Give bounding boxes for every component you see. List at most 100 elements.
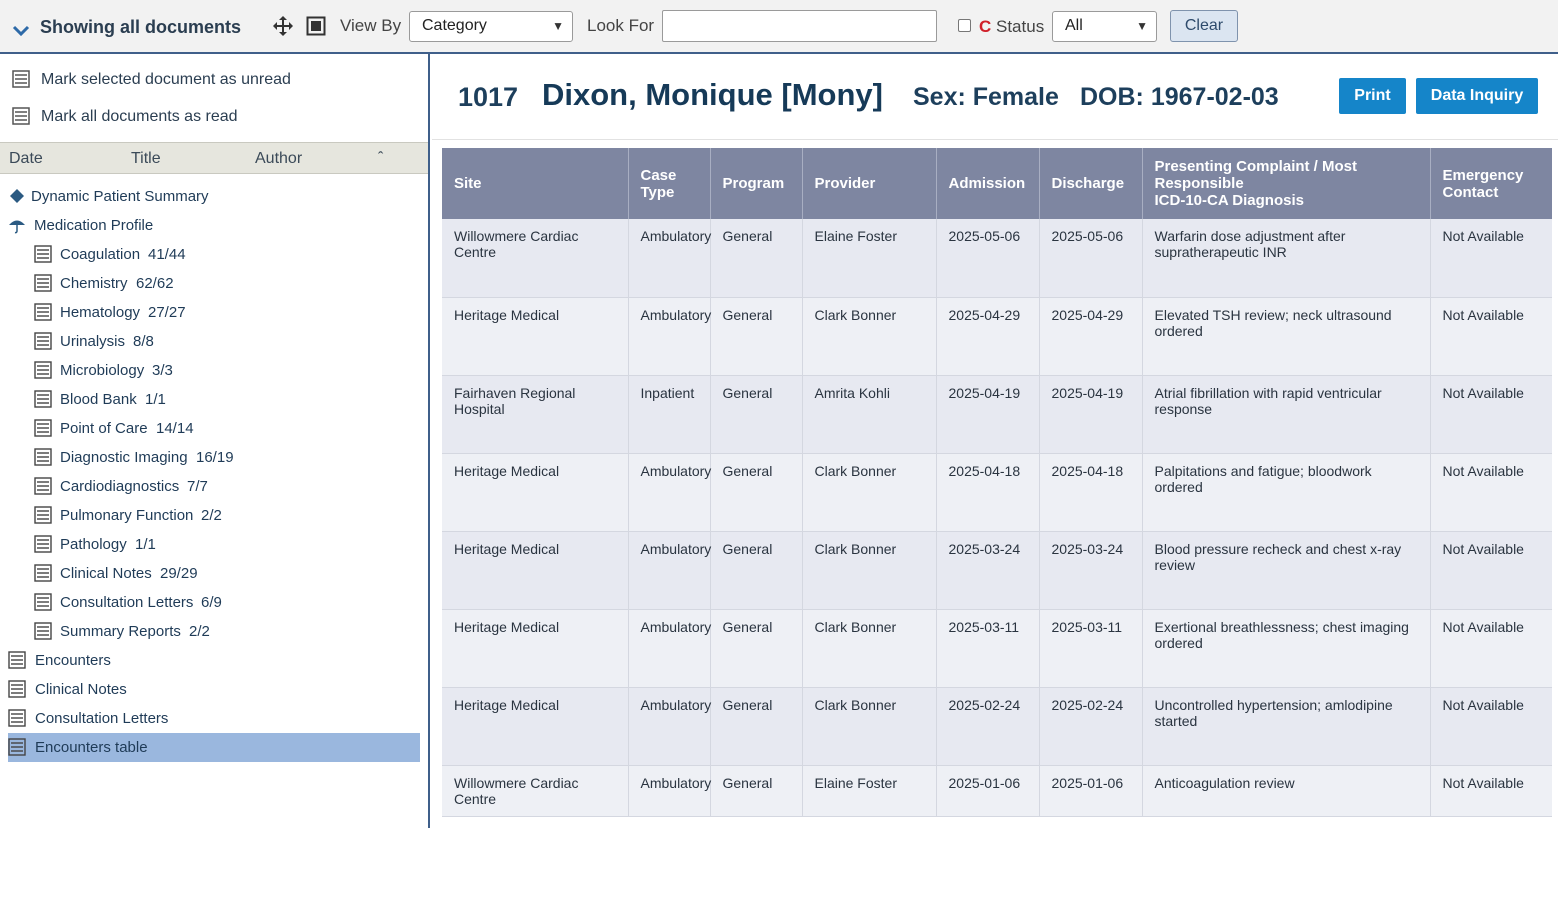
dropdown-caret-icon: ▼: [552, 19, 564, 33]
tree-item-count: 29/29: [160, 565, 198, 582]
table-row[interactable]: Heritage Medical Ambulatory General Clark B…: [442, 609, 1552, 688]
column-header[interactable]: Program: [710, 148, 803, 219]
document-icon: [34, 506, 52, 524]
column-header[interactable]: Presenting Complaint / Most Responsible …: [1142, 148, 1431, 219]
tree-item-count: 1/1: [145, 391, 166, 408]
clear-button[interactable]: Clear: [1170, 10, 1238, 42]
table-row[interactable]: Willowmere Cardiac Centre Ambulatory Gener…: [442, 219, 1552, 298]
tree-item[interactable]: Diagnostic Imaging 16/19: [34, 443, 420, 472]
status-select[interactable]: All ▼: [1052, 11, 1157, 42]
table-cell: General: [710, 297, 803, 376]
tree-item-label: Microbiology: [60, 362, 145, 379]
tree-item[interactable]: Summary Reports 2/2: [34, 617, 420, 646]
document-icon: [34, 564, 52, 582]
umbrella-icon: [8, 216, 26, 234]
column-header[interactable]: Discharge: [1039, 148, 1143, 219]
tree-item[interactable]: Cardiodiagnostics 7/7: [34, 472, 420, 501]
table-cell: 2025-01-06: [936, 765, 1040, 817]
tree-item-label: Pulmonary Function: [60, 507, 194, 524]
column-header[interactable]: Emergency Contact: [1430, 148, 1552, 219]
document-icon: [34, 448, 52, 466]
tree-item[interactable]: Coagulation 41/44: [34, 240, 420, 269]
tree-item-count: 16/19: [196, 449, 234, 466]
table-row[interactable]: Fairhaven Regional Hospital Inpatient Gene…: [442, 375, 1552, 454]
table-cell: Not Available: [1430, 297, 1552, 376]
status-label: Status: [996, 17, 1045, 36]
dropdown-caret-icon: ▼: [1136, 19, 1148, 33]
sort-by-title[interactable]: Title: [131, 150, 161, 168]
panel-layout-icon[interactable]: [306, 16, 326, 36]
table-cell: Warfarin dose adjustment after suprather…: [1142, 219, 1431, 298]
table-cell: Heritage Medical: [442, 609, 629, 688]
column-header[interactable]: Site: [442, 148, 629, 219]
table-row[interactable]: Heritage Medical Ambulatory General Clark B…: [442, 453, 1552, 532]
encounters-table: Site Case Type Program Provider Admission Dis…: [442, 148, 1552, 817]
document-icon: [34, 419, 52, 437]
table-cell: Clark Bonner: [802, 687, 937, 766]
tree-item[interactable]: Encounters: [8, 646, 420, 675]
sort-by-date[interactable]: Date: [9, 150, 43, 168]
document-icon: [34, 332, 52, 350]
document-icon: [34, 535, 52, 553]
tree-item[interactable]: Point of Care 14/14: [34, 414, 420, 443]
sort-by-author[interactable]: Author: [255, 150, 302, 168]
view-by-label: View By: [340, 16, 402, 35]
tree-item[interactable]: Hematology 27/27: [34, 298, 420, 327]
tree-item[interactable]: Microbiology 3/3: [34, 356, 420, 385]
tree-item-label: Medication Profile: [34, 217, 154, 234]
table-cell: Clark Bonner: [802, 609, 937, 688]
tree-item[interactable]: Encounters table: [8, 733, 420, 762]
document-icon: [12, 107, 30, 125]
table-cell: Heritage Medical: [442, 531, 629, 610]
table-row[interactable]: Heritage Medical Ambulatory General Clark B…: [442, 531, 1552, 610]
table-row[interactable]: Willowmere Cardiac Centre Ambulatory Gener…: [442, 765, 1552, 817]
table-cell: Not Available: [1430, 375, 1552, 454]
document-icon: [34, 477, 52, 495]
table-cell: Amrita Kohli: [802, 375, 937, 454]
tree-item-label: Consultation Letters: [35, 710, 169, 727]
tree-item[interactable]: Dynamic Patient Summary: [8, 182, 420, 211]
tree-item[interactable]: Consultation Letters: [8, 704, 420, 733]
table-cell: Ambulatory: [628, 453, 711, 532]
table-cell: 2025-04-29: [1039, 297, 1143, 376]
tree-item[interactable]: Consultation Letters 6/9: [34, 588, 420, 617]
tree-item[interactable]: Pathology 1/1: [34, 530, 420, 559]
table-cell: 2025-05-06: [936, 219, 1040, 298]
tree-item[interactable]: Medication Profile: [8, 211, 420, 240]
table-cell: Elaine Foster: [802, 219, 937, 298]
document-sidebar: Mark selected document as unread Mark al…: [0, 54, 430, 828]
tree-item-count: 62/62: [136, 275, 174, 292]
table-cell: Anticoagulation review: [1142, 765, 1431, 817]
table-cell: Ambulatory: [628, 531, 711, 610]
tree-item[interactable]: Urinalysis 8/8: [34, 327, 420, 356]
tree-item[interactable]: Chemistry 62/62: [34, 269, 420, 298]
diamond-icon: [8, 187, 26, 205]
look-for-input[interactable]: [662, 10, 937, 42]
tree-item[interactable]: Blood Bank 1/1: [34, 385, 420, 414]
column-header[interactable]: Admission: [936, 148, 1040, 219]
sort-caret-icon[interactable]: ˆ: [378, 150, 383, 168]
table-cell: Atrial fibrillation with rapid ventricul…: [1142, 375, 1431, 454]
table-row[interactable]: Heritage Medical Ambulatory General Clark B…: [442, 687, 1552, 766]
look-for-label: Look For: [587, 16, 655, 35]
c-status-checkbox[interactable]: [958, 19, 971, 32]
table-cell: Clark Bonner: [802, 453, 937, 532]
table-row[interactable]: Heritage Medical Ambulatory General Clark B…: [442, 297, 1552, 376]
tree-item[interactable]: Clinical Notes: [8, 675, 420, 704]
print-button[interactable]: Print: [1339, 78, 1406, 114]
table-cell: Inpatient: [628, 375, 711, 454]
column-header[interactable]: Case Type: [628, 148, 711, 219]
table-cell: Not Available: [1430, 219, 1552, 298]
move-arrows-icon[interactable]: [272, 15, 294, 37]
tree-item-count: 3/3: [152, 362, 173, 379]
tree-item[interactable]: Clinical Notes 29/29: [34, 559, 420, 588]
table-cell: 2025-04-18: [1039, 453, 1143, 532]
table-cell: Heritage Medical: [442, 297, 629, 376]
data-inquiry-button[interactable]: Data Inquiry: [1416, 78, 1538, 114]
chevron-down-icon[interactable]: [10, 18, 32, 40]
tree-item-label: Chemistry: [60, 275, 128, 292]
view-by-select[interactable]: Category ▼: [409, 11, 573, 42]
column-header[interactable]: Provider: [802, 148, 937, 219]
tree-item[interactable]: Pulmonary Function 2/2: [34, 501, 420, 530]
table-cell: Not Available: [1430, 531, 1552, 610]
